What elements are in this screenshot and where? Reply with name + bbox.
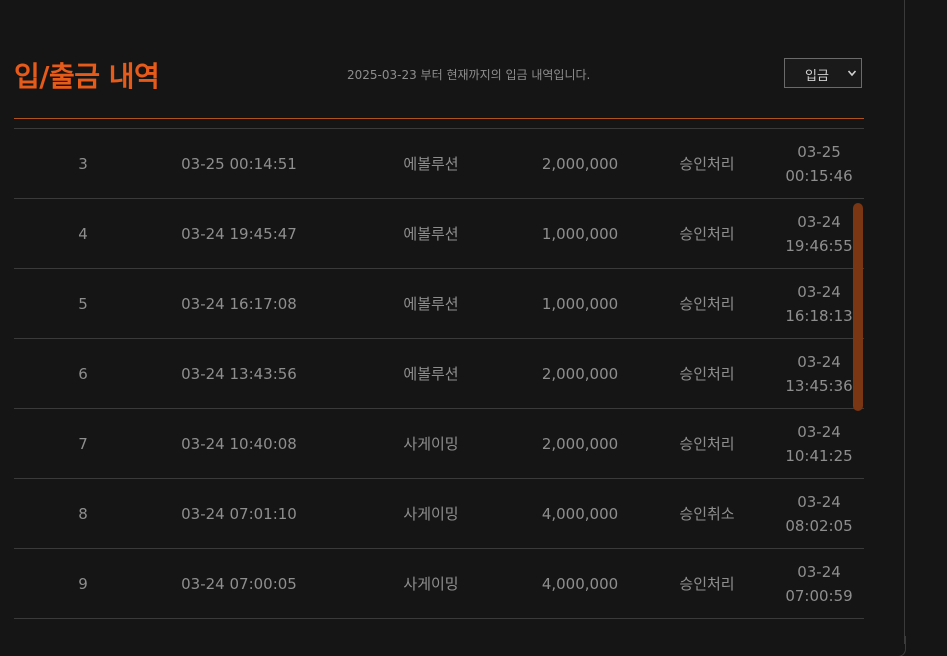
- game-provider: 사게이밍: [403, 505, 459, 523]
- select-value: 입금: [805, 69, 829, 84]
- processed-date: 03-24: [797, 282, 841, 301]
- table-row: 8 03-24 07:01:10 사게이밍 4,000,000 승인취소 03-…: [14, 479, 864, 549]
- processed-date: 03-25: [797, 142, 841, 161]
- status: 승인취소: [679, 505, 735, 523]
- row-number: 9: [78, 574, 88, 593]
- scrollbar-thumb[interactable]: [853, 203, 863, 411]
- processed-date: 03-24: [797, 562, 841, 581]
- status: 승인처리: [679, 225, 735, 243]
- game-provider: 사게이밍: [403, 575, 459, 593]
- processed-clock: 00:15:46: [785, 166, 853, 185]
- processed-time: 03-25 00:15:46: [774, 129, 864, 198]
- table-row: 6 03-24 13:43:56 에볼루션 2,000,000 승인처리 03-…: [14, 339, 864, 409]
- processed-time: 03-24 19:46:55: [774, 199, 864, 268]
- table-row: 9 03-24 07:00:05 사게이밍 4,000,000 승인처리 03-…: [14, 549, 864, 619]
- amount: 2,000,000: [541, 434, 619, 453]
- game-provider: 에볼루션: [403, 365, 459, 383]
- processed-date: 03-24: [797, 422, 841, 441]
- header-divider: [14, 118, 864, 119]
- panel-border: [904, 0, 905, 644]
- processed-clock: 19:46:55: [785, 236, 853, 255]
- table-row: 4 03-24 19:45:47 에볼루션 1,000,000 승인처리 03-…: [14, 199, 864, 269]
- game-provider: 에볼루션: [403, 295, 459, 313]
- request-time: 03-24 13:43:56: [181, 364, 297, 383]
- row-number: 3: [78, 154, 88, 173]
- request-time: 03-24 19:45:47: [181, 224, 297, 243]
- row-number: 5: [78, 294, 88, 313]
- transaction-list: 3 03-25 00:14:51 에볼루션 2,000,000 승인처리 03-…: [14, 128, 864, 619]
- request-time: 03-24 10:40:08: [181, 434, 297, 453]
- amount: 2,000,000: [541, 154, 619, 173]
- request-time: 03-24 16:17:08: [181, 294, 297, 313]
- game-provider: 사게이밍: [403, 435, 459, 453]
- amount: 4,000,000: [541, 504, 619, 523]
- chevron-down-icon: [847, 70, 857, 77]
- processed-clock: 08:02:05: [785, 516, 853, 535]
- status: 승인처리: [679, 365, 735, 383]
- row-number: 6: [78, 364, 88, 383]
- status: 승인처리: [679, 295, 735, 313]
- request-time: 03-24 07:00:05: [181, 574, 297, 593]
- status: 승인처리: [679, 155, 735, 173]
- transaction-type-select[interactable]: 입금: [784, 58, 862, 88]
- processed-time: 03-24 10:41:25: [774, 409, 864, 478]
- request-time: 03-25 00:14:51: [181, 154, 297, 173]
- row-number: 8: [78, 504, 88, 523]
- processed-time: 03-24 13:45:36: [774, 339, 864, 408]
- page: 입/출금 내역 2025-03-23 부터 현재까지의 입금 내역입니다. 입금…: [0, 0, 947, 656]
- game-provider: 에볼루션: [403, 155, 459, 173]
- table-row: 3 03-25 00:14:51 에볼루션 2,000,000 승인처리 03-…: [14, 129, 864, 199]
- processed-time: 03-24 08:02:05: [774, 479, 864, 548]
- processed-clock: 10:41:25: [785, 446, 853, 465]
- date-range-notice: 2025-03-23 부터 현재까지의 입금 내역입니다.: [347, 68, 591, 82]
- processed-date: 03-24: [797, 352, 841, 371]
- page-title: 입/출금 내역: [14, 60, 160, 93]
- row-number: 4: [78, 224, 88, 243]
- processed-clock: 16:18:13: [785, 306, 853, 325]
- amount: 1,000,000: [541, 294, 619, 313]
- amount: 4,000,000: [541, 574, 619, 593]
- status: 승인처리: [679, 435, 735, 453]
- amount: 1,000,000: [541, 224, 619, 243]
- panel-corner: [896, 636, 906, 656]
- table-row: 7 03-24 10:40:08 사게이밍 2,000,000 승인처리 03-…: [14, 409, 864, 479]
- table-row: 5 03-24 16:17:08 에볼루션 1,000,000 승인처리 03-…: [14, 269, 864, 339]
- amount: 2,000,000: [541, 364, 619, 383]
- processed-date: 03-24: [797, 212, 841, 231]
- processed-date: 03-24: [797, 492, 841, 511]
- row-number: 7: [78, 434, 88, 453]
- game-provider: 에볼루션: [403, 225, 459, 243]
- processed-time: 03-24 07:00:59: [774, 549, 864, 618]
- processed-clock: 07:00:59: [785, 586, 853, 605]
- processed-time: 03-24 16:18:13: [774, 269, 864, 338]
- request-time: 03-24 07:01:10: [181, 504, 297, 523]
- processed-clock: 13:45:36: [785, 376, 853, 395]
- status: 승인처리: [679, 575, 735, 593]
